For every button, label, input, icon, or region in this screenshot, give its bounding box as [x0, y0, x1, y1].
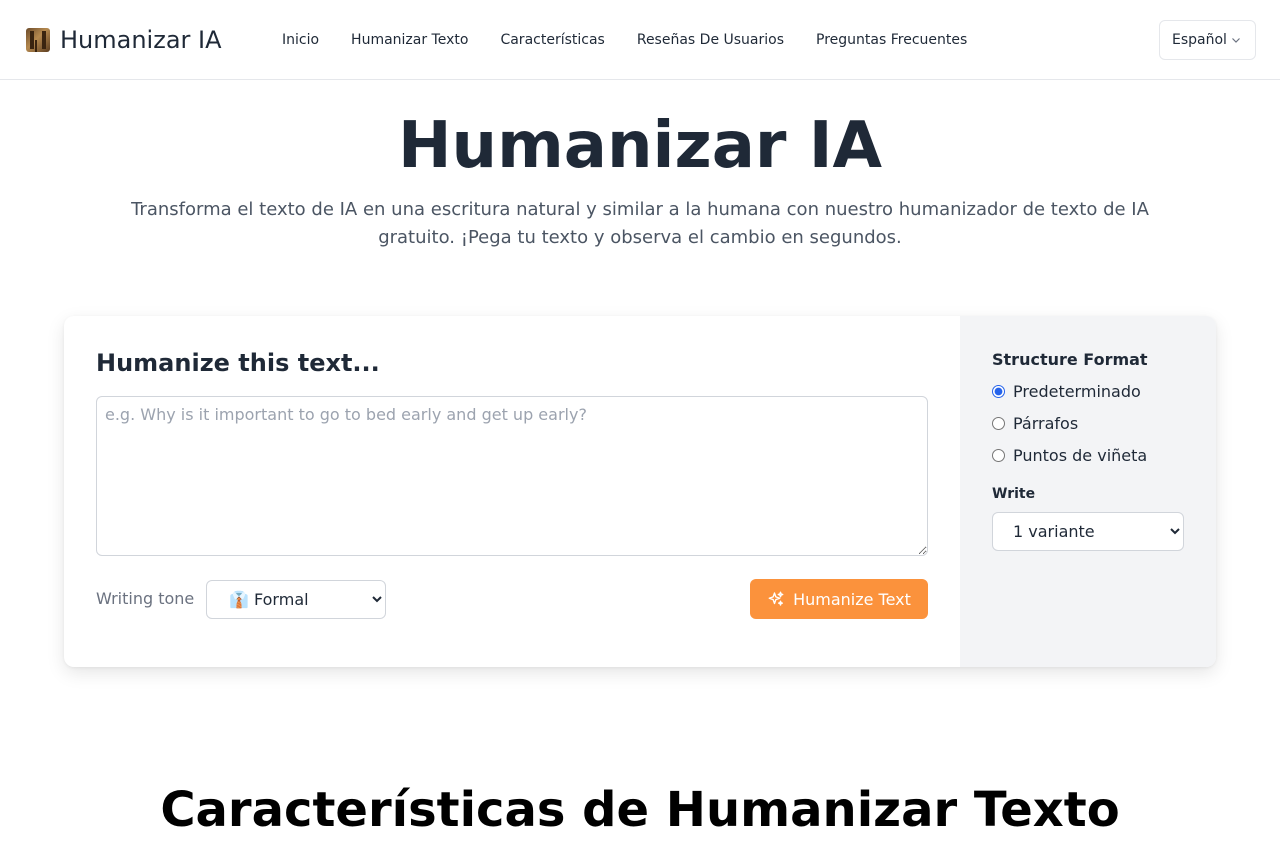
- main-nav: Inicio Humanizar Texto Características R…: [266, 30, 983, 50]
- page-subtitle: Transforma el texto de IA en una escritu…: [131, 199, 1149, 248]
- nav-resenas[interactable]: Reseñas De Usuarios: [621, 30, 800, 50]
- format-option-vinetas[interactable]: Puntos de viñeta: [992, 446, 1147, 465]
- humanize-button[interactable]: Humanize Text: [750, 579, 928, 619]
- brand-name: Humanizar IA: [60, 26, 222, 54]
- sparkles-icon: [768, 591, 784, 606]
- write-label: Write: [992, 486, 1036, 502]
- format-label: Puntos de viñeta: [1013, 446, 1148, 465]
- input-textarea[interactable]: [96, 396, 928, 556]
- brand[interactable]: Humanizar IA: [26, 26, 222, 54]
- nav-humanizar-texto[interactable]: Humanizar Texto: [335, 30, 484, 50]
- language-label: Español: [1172, 32, 1227, 48]
- structure-format-title: Structure Format: [992, 350, 1148, 369]
- page-title: Humanizar IA: [397, 109, 883, 183]
- humanizer-card: Humanize this text... Writing tone 👔 For…: [64, 316, 1216, 667]
- site-header: Humanizar IA Inicio Humanizar Texto Cara…: [0, 0, 1280, 80]
- nav-preguntas[interactable]: Preguntas Frecuentes: [800, 30, 983, 50]
- tone-select[interactable]: 👔 Formal: [206, 580, 386, 619]
- language-selector[interactable]: Español: [1159, 20, 1256, 60]
- nav-caracteristicas[interactable]: Características: [484, 30, 620, 50]
- format-radio-predeterminado[interactable]: [992, 385, 1005, 398]
- format-option-predeterminado[interactable]: Predeterminado: [992, 382, 1141, 401]
- tone-label: Writing tone: [96, 589, 195, 608]
- format-radio-parrafos[interactable]: [992, 417, 1005, 430]
- format-label: Predeterminado: [1013, 382, 1141, 401]
- options-panel: Structure Format Predeterminado Párrafos…: [960, 316, 1216, 667]
- format-label: Párrafos: [1013, 414, 1079, 433]
- editor-title: Humanize this text...: [96, 349, 380, 377]
- format-radio-vinetas[interactable]: [992, 449, 1005, 462]
- humanize-button-label: Humanize Text: [793, 589, 911, 609]
- features-title: Características de Humanizar Texto: [160, 782, 1120, 838]
- chevron-down-icon: [1232, 38, 1240, 43]
- variant-select[interactable]: 1 variante: [992, 512, 1184, 551]
- editor-panel: Humanize this text... Writing tone 👔 For…: [64, 316, 960, 667]
- format-option-parrafos[interactable]: Párrafos: [992, 414, 1078, 433]
- logo-icon: [26, 28, 50, 52]
- nav-inicio[interactable]: Inicio: [266, 30, 335, 50]
